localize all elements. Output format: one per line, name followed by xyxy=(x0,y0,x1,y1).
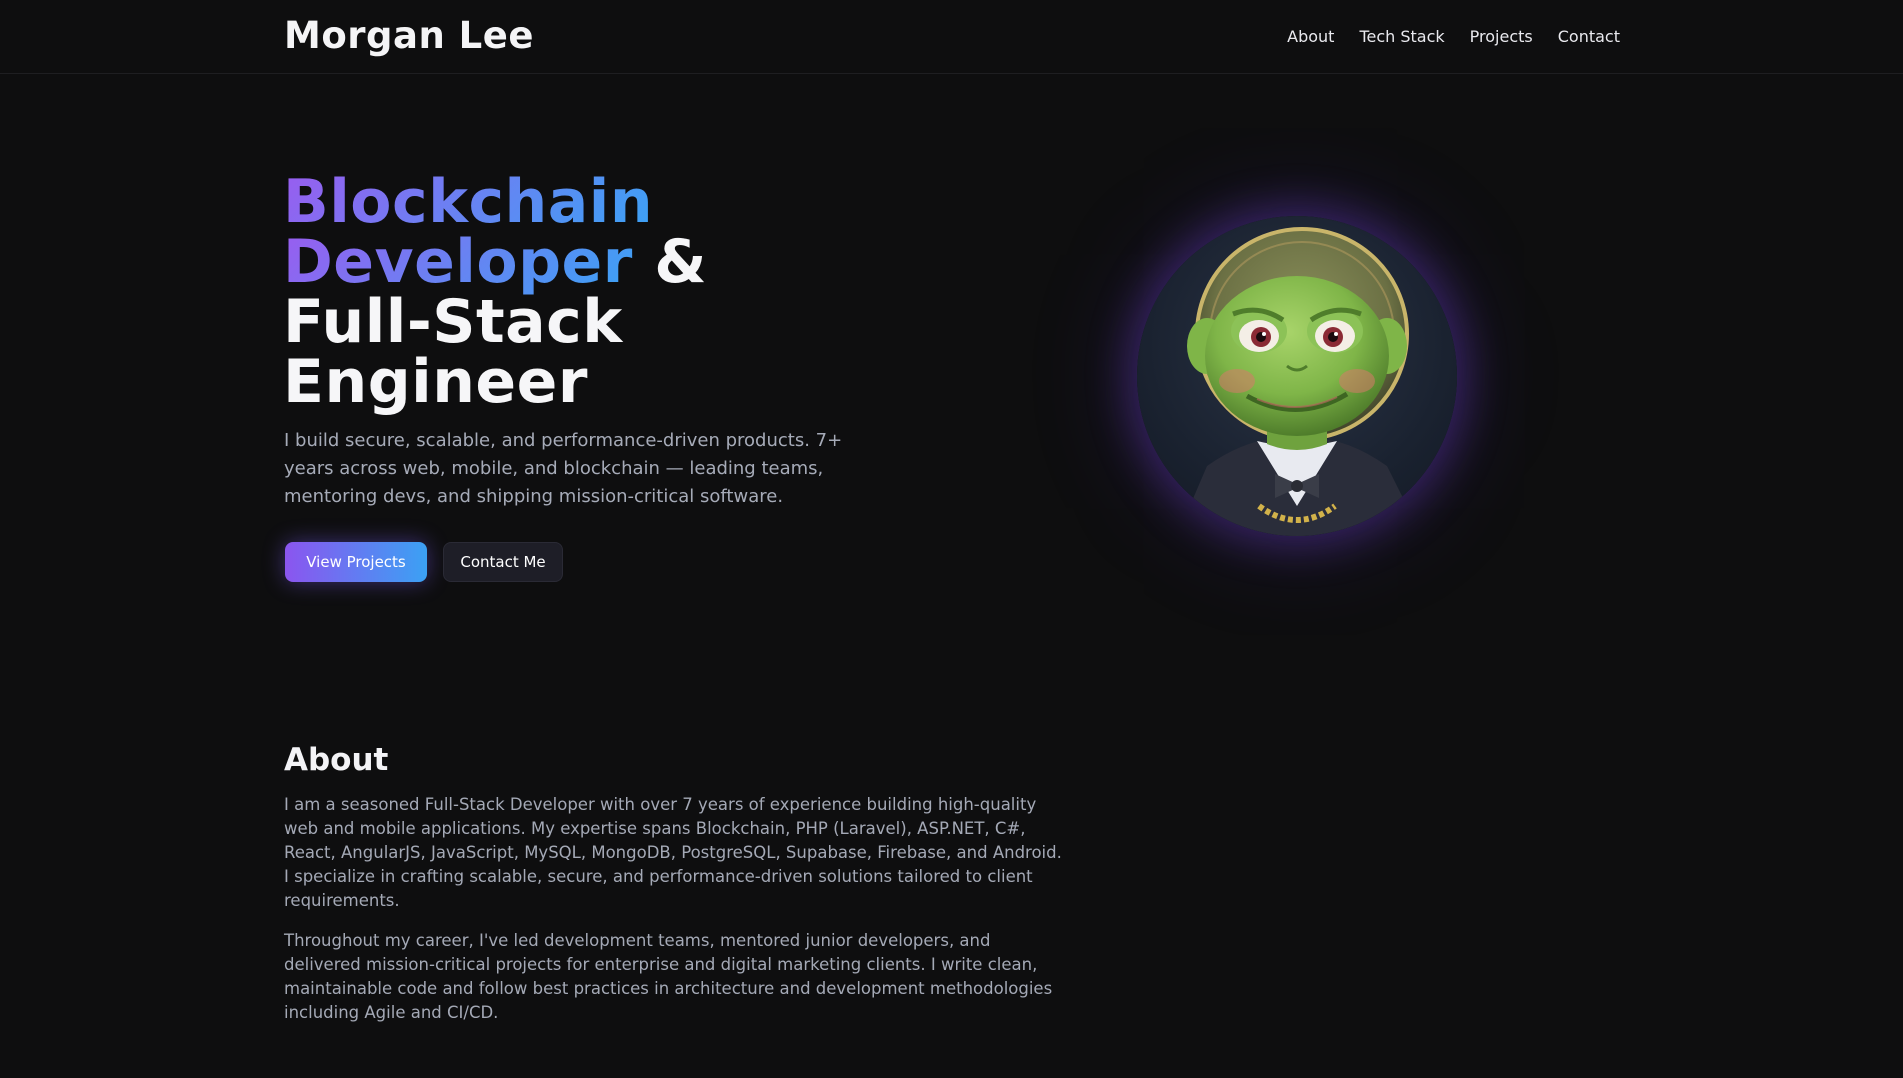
nav-link-projects[interactable]: Projects xyxy=(1470,26,1533,48)
hero-description: I build secure, scalable, and performanc… xyxy=(284,430,843,507)
nav-link-tech-stack[interactable]: Tech Stack xyxy=(1359,26,1444,48)
avatar xyxy=(1137,216,1457,536)
hero-title-engineer: Engineer xyxy=(283,347,588,417)
hero-title-ampersand: & xyxy=(632,227,708,297)
about-paragraph-1: I am a seasoned Full-Stack Developer wit… xyxy=(284,795,1062,910)
view-projects-button[interactable]: View Projects xyxy=(285,542,427,582)
site-header: Morgan Lee About Tech Stack Projects Con… xyxy=(0,0,1903,74)
about-paragraph-2: Throughout my career, I've led developme… xyxy=(284,931,1053,1022)
nav-link-contact[interactable]: Contact xyxy=(1558,26,1620,48)
main-nav: About Tech Stack Projects Contact xyxy=(1287,26,1620,48)
contact-me-button[interactable]: Contact Me xyxy=(443,542,563,582)
nav-link-about[interactable]: About xyxy=(1287,26,1334,48)
about-heading: About xyxy=(284,742,389,778)
brand-logo[interactable]: Morgan Lee xyxy=(284,16,534,56)
hero-actions: View Projects Contact Me xyxy=(285,542,563,582)
avatar-portrait-icon xyxy=(1177,227,1422,536)
hero-title: Blockchain Developer & Full-Stack Engine… xyxy=(283,172,903,412)
